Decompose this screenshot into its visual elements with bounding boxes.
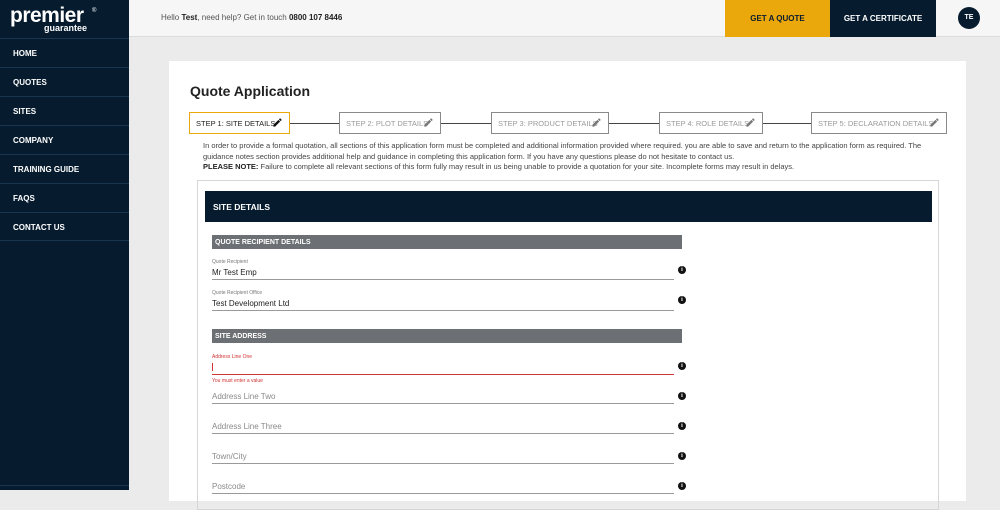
intro-text: In order to provide a formal quotation, … <box>203 141 933 173</box>
greeting-prefix: Hello <box>161 13 182 22</box>
step-2-plot-details[interactable]: STEP 2: PLOT DETAILS <box>339 112 441 134</box>
quote-recipient-field[interactable]: Quote Recipient Mr Test Emp <box>212 259 674 280</box>
please-note-text: Failure to complete all relevant section… <box>258 162 795 172</box>
step-connector <box>763 123 811 124</box>
top-bar: Hello Test, need help? Get in touch 0800… <box>129 0 1000 37</box>
info-icon[interactable]: i <box>678 266 686 274</box>
info-icon[interactable]: i <box>678 362 686 370</box>
pencil-icon <box>746 118 755 127</box>
town-city-field[interactable]: Town/City <box>212 452 674 464</box>
greeting-user-name: Test <box>181 13 198 22</box>
step-4-role-details[interactable]: STEP 4: ROLE DETAILS <box>659 112 763 134</box>
greeting-mid: , need help? Get in touch <box>197 13 289 22</box>
sidebar: premier guarantee ® HOME QUOTES SITES CO… <box>0 0 129 490</box>
sidebar-nav: HOME QUOTES SITES COMPANY TRAINING GUIDE… <box>0 38 129 241</box>
quote-application-card: Quote Application STEP 1: SITE DETAILS S… <box>169 61 966 510</box>
quote-recipient-office-label: Quote Recipient Office <box>212 290 263 296</box>
support-phone[interactable]: 0800 107 8446 <box>289 13 342 22</box>
step-3-label: STEP 3: PRODUCT DETAILS <box>498 119 598 128</box>
info-icon[interactable]: i <box>678 392 686 400</box>
user-avatar[interactable]: TE <box>958 7 980 29</box>
address-line-three-field[interactable]: Address Line Three <box>212 422 674 434</box>
site-details-form: SITE DETAILS QUOTE RECIPIENT DETAILS Quo… <box>197 180 939 510</box>
step-5-declaration-details[interactable]: STEP 5: DECLARATION DETAILS <box>811 112 947 134</box>
pencil-icon <box>592 118 601 127</box>
sidebar-item-training-guide[interactable]: TRAINING GUIDE <box>0 154 129 183</box>
town-city-placeholder: Town/City <box>212 452 247 461</box>
address-line-three-placeholder: Address Line Three <box>212 422 282 431</box>
info-icon[interactable]: i <box>678 296 686 304</box>
sidebar-item-quotes[interactable]: QUOTES <box>0 67 129 96</box>
sidebar-item-home[interactable]: HOME <box>0 38 129 67</box>
postcode-placeholder: Postcode <box>212 482 246 491</box>
sidebar-divider <box>0 485 129 486</box>
pencil-icon <box>273 118 282 127</box>
address-line-two-field[interactable]: Address Line Two <box>212 392 674 404</box>
step-5-label: STEP 5: DECLARATION DETAILS <box>818 119 934 128</box>
quote-recipient-label: Quote Recipient <box>212 259 248 265</box>
get-a-quote-button[interactable]: GET A QUOTE <box>725 0 830 37</box>
pencil-icon <box>424 118 433 127</box>
step-3-product-details[interactable]: STEP 3: PRODUCT DETAILS <box>491 112 609 134</box>
please-note-label: PLEASE NOTE: <box>203 162 259 172</box>
text-caret <box>212 363 213 371</box>
step-1-label: STEP 1: SITE DETAILS <box>196 119 276 128</box>
step-connector <box>609 123 659 124</box>
quote-recipient-details-header: QUOTE RECIPIENT DETAILS <box>212 235 682 249</box>
sidebar-item-contact-us[interactable]: CONTACT US <box>0 212 129 241</box>
step-2-label: STEP 2: PLOT DETAILS <box>346 119 429 128</box>
address-line-one-input[interactable] <box>212 363 674 374</box>
sidebar-item-faqs[interactable]: FAQS <box>0 183 129 212</box>
step-1-site-details[interactable]: STEP 1: SITE DETAILS <box>189 112 290 134</box>
address-line-two-placeholder: Address Line Two <box>212 392 276 401</box>
sidebar-item-sites[interactable]: SITES <box>0 96 129 125</box>
quote-recipient-value: Mr Test Emp <box>212 268 257 277</box>
logo-registered-mark: ® <box>92 8 97 14</box>
sidebar-item-company[interactable]: COMPANY <box>0 125 129 154</box>
postcode-field[interactable]: Postcode <box>212 482 674 494</box>
site-address-header: SITE ADDRESS <box>212 329 682 343</box>
site-details-header: SITE DETAILS <box>205 191 932 222</box>
quote-recipient-office-field[interactable]: Quote Recipient Office Test Development … <box>212 290 674 311</box>
intro-paragraph: In order to provide a formal quotation, … <box>203 141 922 161</box>
step-connector <box>441 123 491 124</box>
address-line-one-error: You must enter a value <box>212 378 263 384</box>
info-icon[interactable]: i <box>678 422 686 430</box>
info-icon[interactable]: i <box>678 482 686 490</box>
pencil-icon <box>930 118 939 127</box>
address-line-one-label: Address Line One <box>212 354 253 360</box>
page-title: Quote Application <box>190 83 311 99</box>
premier-guarantee-logo[interactable]: premier guarantee ® <box>0 0 129 38</box>
get-a-certificate-button[interactable]: GET A CERTIFICATE <box>830 0 936 37</box>
address-line-one-field[interactable]: Address Line One <box>212 354 674 375</box>
step-4-label: STEP 4: ROLE DETAILS <box>666 119 750 128</box>
info-icon[interactable]: i <box>678 452 686 460</box>
step-connector <box>290 123 339 124</box>
greeting-text: Hello Test, need help? Get in touch 0800… <box>161 13 342 22</box>
quote-recipient-office-value: Test Development Ltd <box>212 299 290 308</box>
